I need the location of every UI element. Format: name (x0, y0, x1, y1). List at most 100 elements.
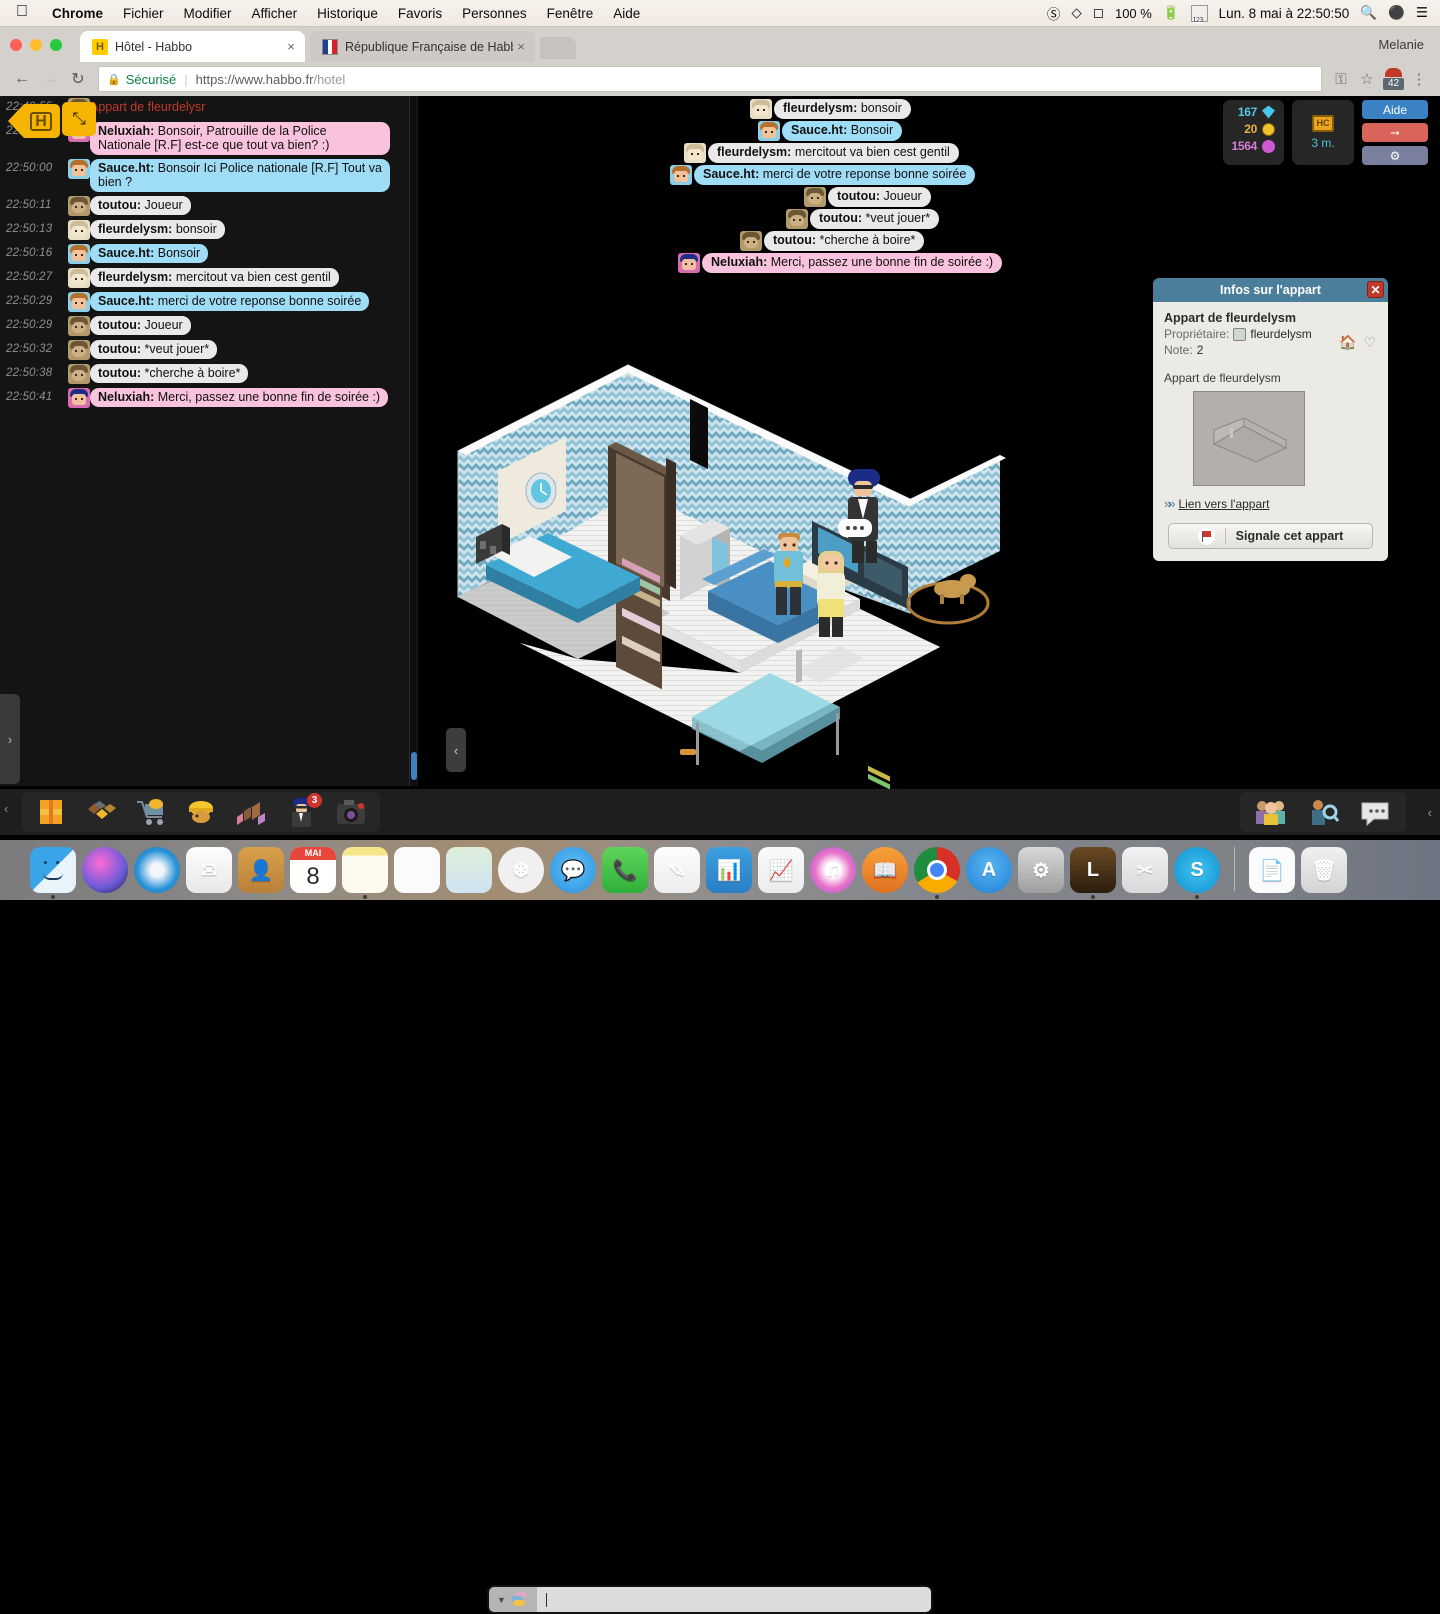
menu-item-aide[interactable]: Aide (603, 6, 650, 21)
camera-icon[interactable] (332, 795, 370, 829)
chat-log-avatar[interactable] (68, 364, 90, 384)
bookmark-star-icon[interactable]: ☆ (1354, 70, 1380, 88)
catalogue-icon[interactable] (132, 795, 170, 829)
dock-item-calendar[interactable]: MAI 8 (290, 847, 336, 893)
dock-item-chrome[interactable] (914, 847, 960, 899)
chat-log-avatar[interactable] (68, 388, 90, 408)
room-chat-bubble[interactable]: Sauce.ht: merci de votre reponse bonne s… (670, 165, 976, 187)
chat-log-avatar[interactable] (68, 220, 90, 240)
habbo-room-canvas[interactable] (440, 351, 1120, 801)
menu-item-favoris[interactable]: Favoris (388, 6, 452, 21)
chat-style-selector[interactable]: ▼ (489, 1587, 537, 1612)
chat-log-bubble[interactable]: Neluxiah: Merci, passez une bonne fin de… (90, 388, 389, 407)
close-window-button[interactable] (10, 39, 22, 51)
dock-item-siri[interactable] (82, 847, 128, 893)
chrome-profile-name[interactable]: Melanie (1378, 37, 1424, 52)
menu-item-personnes[interactable]: Personnes (452, 6, 537, 21)
vpn-icon[interactable]: ◇ (1071, 5, 1081, 21)
dock-item-pages[interactable]: ✎ (654, 847, 700, 893)
hc-panel[interactable]: HC 3 m. (1292, 100, 1354, 165)
extension-adblock-icon[interactable]: 42 (1380, 67, 1406, 91)
chat-log-row[interactable]: 22:50:00 Sauce.ht: Bonsoir Ici Police nat… (0, 157, 418, 194)
notification-center-icon[interactable]: ☰ (1416, 5, 1428, 21)
chat-log-row[interactable]: 22:50:38 toutou: *cherche à boire* (0, 362, 418, 386)
input-source-icon[interactable]: 123 (1190, 4, 1208, 24)
maximize-window-button[interactable] (50, 39, 62, 51)
dock-item-skype[interactable]: S (1174, 847, 1220, 899)
fullscreen-toggle-button[interactable]: ⤡ (62, 102, 96, 136)
menu-item-fenetre[interactable]: Fenêtre (537, 6, 604, 21)
chat-log-bubble[interactable]: toutou: Joueur (90, 196, 191, 215)
chat-input-bar[interactable]: ▼ (487, 1585, 933, 1614)
address-bar[interactable]: 🔒 Sécurisé | https://www.habbo.fr /hotel (98, 66, 1322, 92)
browser-tab-republique[interactable]: République Française de Habb × (310, 31, 535, 62)
airplay-icon[interactable]: ◻ (1093, 5, 1104, 21)
dock-item-keynote[interactable]: 📊 (706, 847, 752, 893)
room-chat-bubble[interactable]: toutou: *veut jouer* (786, 209, 940, 231)
chat-log-avatar[interactable] (68, 316, 90, 336)
close-tab-icon[interactable]: × (513, 39, 529, 54)
menu-item-modifier[interactable]: Modifier (174, 6, 242, 21)
room-link-row[interactable]: »» Lien vers l'appart (1164, 496, 1377, 511)
chat-log-panel[interactable]: 22:49:55Appart de fleurdelysr22:49:58Nel… (0, 96, 418, 786)
chat-log-row[interactable]: 22:50:41 Neluxiah: Merci, passez une bonn… (0, 386, 418, 410)
menu-item-afficher[interactable]: Afficher (242, 6, 308, 21)
dock-item-notes[interactable] (342, 847, 388, 899)
menu-item-chrome[interactable]: Chrome (42, 6, 113, 21)
dock-item-system-preferences[interactable]: ⚙ (1018, 847, 1064, 893)
chat-bubble-icon[interactable] (1356, 795, 1394, 829)
room-chat-bubble[interactable]: fleurdelysm: mercitout va bien cest gent… (684, 143, 959, 165)
menu-item-historique[interactable]: Historique (307, 6, 388, 21)
dock-item-facetime[interactable]: 📞 (602, 847, 648, 893)
chat-log-row[interactable]: 22:50:32 toutou: *veut jouer* (0, 338, 418, 362)
chat-log-row[interactable]: 22:50:29 toutou: Joueur (0, 314, 418, 338)
dock-item-app-store[interactable]: A (966, 847, 1012, 893)
back-icon[interactable]: ← (8, 70, 36, 88)
dock-item-contacts[interactable]: 👤 (238, 847, 284, 893)
chat-log-scrollbar[interactable] (409, 96, 417, 786)
chat-log-bubble[interactable]: fleurdelysm: bonsoir (90, 220, 225, 239)
toolbar-collapse-right-icon[interactable]: ‹ (1428, 805, 1432, 820)
dock-item-numbers[interactable]: 📈 (758, 847, 804, 893)
room-chat-bubble[interactable]: toutou: Joueur (804, 187, 931, 209)
close-tab-icon[interactable]: × (283, 39, 299, 54)
currency-panel[interactable]: 167 20 1564 (1222, 100, 1284, 165)
builders-club-icon[interactable] (182, 795, 220, 829)
chat-log-bubble[interactable]: Sauce.ht: Bonsoir Ici Police nationale [… (90, 159, 390, 192)
dock-item-messages[interactable]: 💬 (550, 847, 596, 893)
battery-icon[interactable]: 🔋 (1163, 5, 1180, 21)
new-tab-button[interactable] (540, 37, 576, 59)
chat-log-avatar[interactable] (68, 196, 90, 216)
friends-icon[interactable] (1252, 795, 1290, 829)
siri-icon[interactable]: ⚫ (1388, 5, 1405, 21)
dock-item-league-of-legends[interactable]: L (1070, 847, 1116, 899)
room-chat-bubble[interactable]: fleurdelysm: bonsoir (750, 99, 911, 121)
room-chat-bubble[interactable]: Sauce.ht: Bonsoir (758, 121, 903, 143)
chat-log-bubble[interactable]: Neluxiah: Bonsoir, Patrouille de la Poli… (90, 122, 390, 155)
chat-log-row[interactable]: 22:50:13 fleurdelysm: bonsoir (0, 218, 418, 242)
chat-log-bubble[interactable]: fleurdelysm: mercitout va bien cest gent… (90, 268, 339, 287)
exit-room-button[interactable]: ⭢ (1362, 123, 1428, 142)
help-button[interactable]: Aide (1362, 100, 1428, 119)
spotlight-search-icon[interactable]: 🔍 (1360, 5, 1377, 21)
chat-log-row[interactable]: 22:50:16 Sauce.ht: Bonsoir (0, 242, 418, 266)
dock-item-document[interactable]: 📄 (1249, 847, 1295, 893)
chat-log-avatar[interactable] (68, 159, 90, 179)
heart-icon[interactable]: ♡ (1363, 334, 1376, 351)
forward-icon[interactable]: → (36, 70, 64, 88)
chat-log-row[interactable]: 22:50:11 toutou: Joueur (0, 194, 418, 218)
chat-log-avatar[interactable] (68, 340, 90, 360)
manage-passwords-icon[interactable]: ⚿ (1328, 71, 1354, 88)
report-room-button[interactable]: Signale cet appart (1168, 523, 1373, 549)
room-info-panel[interactable]: Infos sur l'appart ✕ 🏠 ♡ Appart de fleur… (1153, 278, 1388, 561)
navigator-icon[interactable] (82, 795, 120, 829)
settings-button[interactable]: ⚙ (1362, 146, 1428, 165)
chat-log-bubble[interactable]: Sauce.ht: merci de votre reponse bonne s… (90, 292, 370, 311)
chat-log-avatar[interactable] (68, 292, 90, 312)
chrome-menu-icon[interactable]: ⋮ (1406, 70, 1432, 88)
chat-log-avatar[interactable] (68, 244, 90, 264)
dock-item-snipping-tool[interactable]: ✂ (1122, 847, 1168, 893)
chat-input[interactable] (537, 1587, 931, 1612)
dock-item-itunes[interactable]: ♫ (810, 847, 856, 893)
dock-item-maps[interactable] (446, 847, 492, 893)
